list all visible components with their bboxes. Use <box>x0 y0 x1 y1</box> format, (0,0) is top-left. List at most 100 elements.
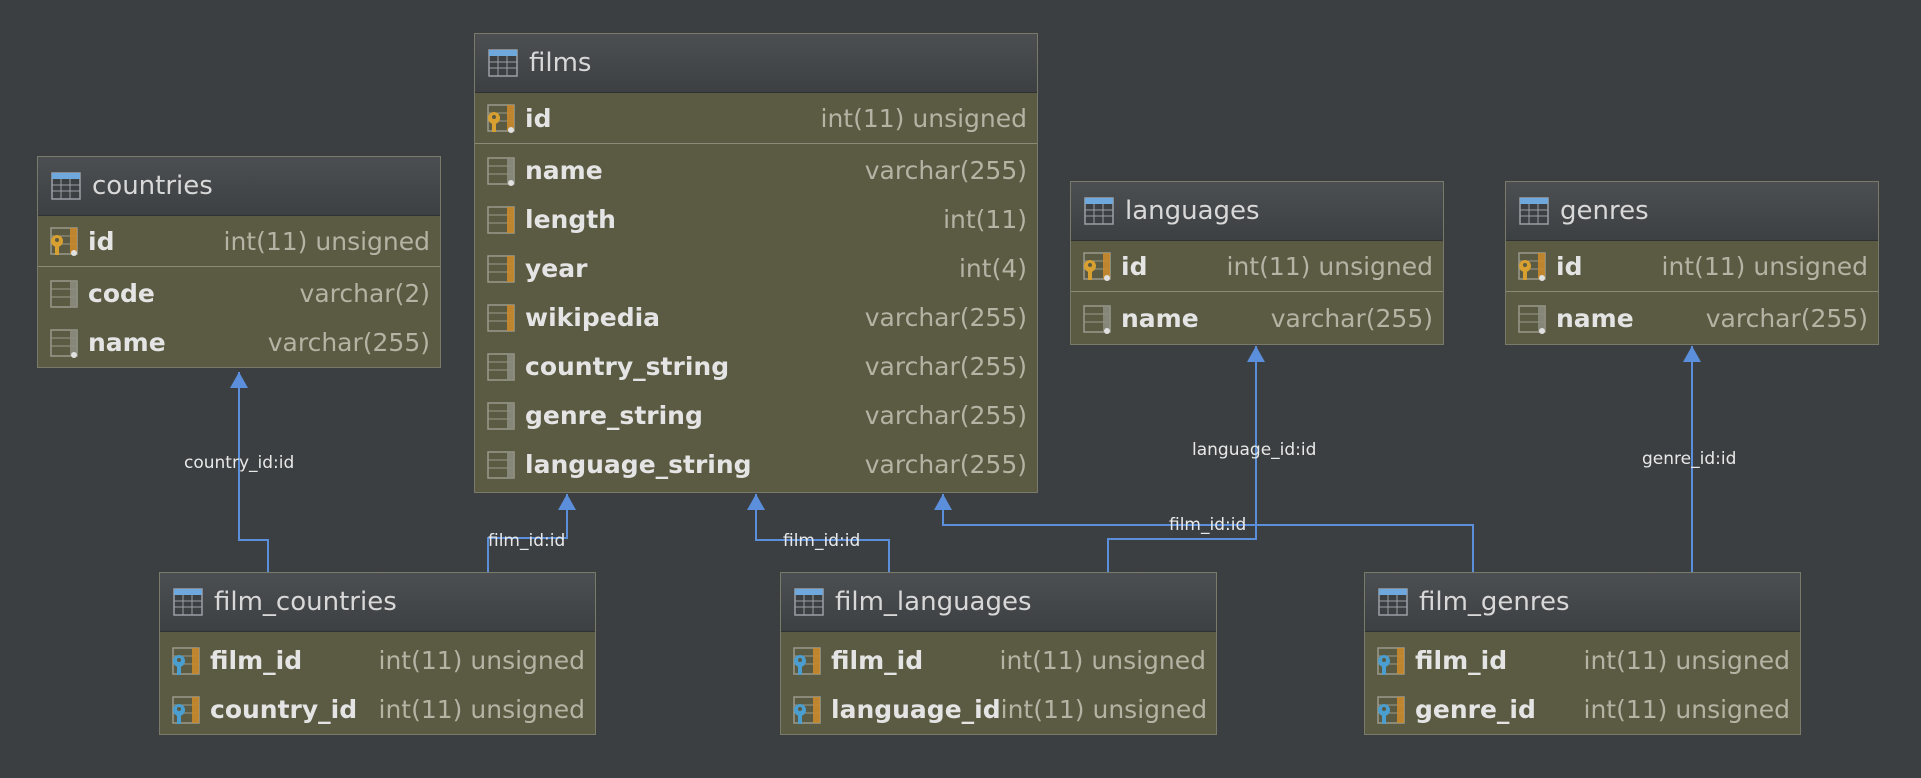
table-icon <box>488 49 518 77</box>
column-row-genre-id[interactable]: genre_id int(11) unsigned <box>1365 685 1800 734</box>
table-title: films <box>529 48 592 78</box>
column-icon <box>50 279 78 308</box>
foreign-key-icon <box>172 646 200 675</box>
primary-key-section: id int(11) unsigned <box>1071 241 1443 292</box>
er-diagram: country_id:id language_id:id genre_id:id… <box>0 0 1921 778</box>
column-dot-icon <box>1518 304 1546 334</box>
table-header[interactable]: film_countries <box>160 573 595 632</box>
column-name: code <box>88 279 155 308</box>
table-film-languages[interactable]: film_languages film_id int(11) unsigned lan… <box>780 572 1217 735</box>
table-films[interactable]: films id int(11) unsigned name varchar(255) l… <box>474 33 1038 493</box>
column-row-name[interactable]: name varchar(255) <box>1071 294 1443 343</box>
column-type: int(11) unsigned <box>378 695 585 724</box>
column-row-id[interactable]: id int(11) unsigned <box>475 93 1037 143</box>
column-orange-icon <box>487 303 515 332</box>
column-row-wikipedia[interactable]: wikipedia varchar(255) <box>475 293 1037 342</box>
link-label-language: language_id:id <box>1192 440 1317 460</box>
foreign-key-icon <box>793 695 821 724</box>
column-row-language-id[interactable]: language_id int(11) unsigned <box>781 685 1216 734</box>
table-film-genres[interactable]: film_genres film_id int(11) unsigned genre_… <box>1364 572 1801 735</box>
column-type: int(11) unsigned <box>820 103 1027 133</box>
table-header[interactable]: countries <box>38 157 440 216</box>
foreign-key-icon <box>793 646 821 675</box>
column-name: genre_id <box>1415 695 1536 724</box>
column-type: int(11) unsigned <box>1226 251 1433 281</box>
column-type: varchar(255) <box>864 401 1027 430</box>
table-title: genres <box>1560 196 1649 226</box>
column-type: int(4) <box>958 254 1027 283</box>
column-type: varchar(255) <box>267 328 430 357</box>
column-type: varchar(255) <box>864 303 1027 332</box>
column-name: id <box>1556 251 1583 281</box>
column-row-country-string[interactable]: country_string varchar(255) <box>475 342 1037 391</box>
column-name: language_id <box>831 695 1001 724</box>
primary-key-section: id int(11) unsigned <box>475 93 1037 144</box>
column-name: id <box>525 103 552 133</box>
column-type: int(11) unsigned <box>1000 695 1208 724</box>
table-title: film_genres <box>1419 587 1570 617</box>
table-genres[interactable]: genres id int(11) unsigned name varchar(255) <box>1505 181 1879 345</box>
table-icon <box>1084 197 1114 225</box>
table-icon <box>794 588 824 616</box>
column-name: id <box>88 226 115 256</box>
table-title: film_countries <box>214 587 397 617</box>
table-header[interactable]: film_languages <box>781 573 1216 632</box>
column-icon <box>487 401 515 430</box>
foreign-key-icon <box>1377 695 1405 724</box>
column-name: film_id <box>1415 646 1508 675</box>
column-row-id[interactable]: id int(11) unsigned <box>1506 241 1878 291</box>
link-label-film-genres: film_id:id <box>1169 515 1247 535</box>
primary-key-icon <box>1083 252 1111 281</box>
table-header[interactable]: films <box>475 34 1037 93</box>
column-row-genre-string[interactable]: genre_string varchar(255) <box>475 391 1037 440</box>
column-row-film-id[interactable]: film_id int(11) unsigned <box>781 636 1216 685</box>
column-dot-icon <box>50 328 78 358</box>
link-label-country: country_id:id <box>184 453 295 473</box>
column-row-country-id[interactable]: country_id int(11) unsigned <box>160 685 595 734</box>
foreign-key-icon <box>1377 646 1405 675</box>
column-type: int(11) unsigned <box>223 226 430 256</box>
table-title: languages <box>1125 196 1260 226</box>
column-row-code[interactable]: code varchar(2) <box>38 269 440 318</box>
column-type: varchar(255) <box>1705 304 1868 333</box>
column-name: country_id <box>210 695 358 724</box>
column-row-year[interactable]: year int(4) <box>475 244 1037 293</box>
column-icon <box>487 450 515 479</box>
column-name: id <box>1121 251 1148 281</box>
table-film-countries[interactable]: film_countries film_id int(11) unsigned cou… <box>159 572 596 735</box>
table-header[interactable]: film_genres <box>1365 573 1800 632</box>
link-label-genre: genre_id:id <box>1642 449 1737 469</box>
column-orange-icon <box>487 205 515 234</box>
table-icon <box>51 172 81 200</box>
column-name: name <box>1556 304 1634 333</box>
column-orange-icon <box>487 254 515 283</box>
table-languages[interactable]: languages id int(11) unsigned name varchar(2… <box>1070 181 1444 345</box>
table-countries[interactable]: countries id int(11) unsigned code varchar(2… <box>37 156 441 368</box>
column-type: int(11) <box>943 205 1027 234</box>
column-row-film-id[interactable]: film_id int(11) unsigned <box>1365 636 1800 685</box>
column-row-length[interactable]: length int(11) <box>475 195 1037 244</box>
column-row-name[interactable]: name varchar(255) <box>1506 294 1878 343</box>
table-title: countries <box>92 171 213 201</box>
column-icon <box>487 352 515 381</box>
link-label-film-countries: film_id:id <box>488 531 566 551</box>
column-name: wikipedia <box>525 303 661 332</box>
column-type: int(11) unsigned <box>1583 695 1790 724</box>
column-name: name <box>1121 304 1199 333</box>
column-row-name[interactable]: name varchar(255) <box>38 318 440 367</box>
column-name: genre_string <box>525 401 703 430</box>
table-header[interactable]: languages <box>1071 182 1443 241</box>
column-row-name[interactable]: name varchar(255) <box>475 146 1037 195</box>
column-type: varchar(2) <box>299 279 430 308</box>
table-header[interactable]: genres <box>1506 182 1878 241</box>
column-name: film_id <box>210 646 303 675</box>
link-label-film-languages: film_id:id <box>783 531 861 551</box>
table-icon <box>173 588 203 616</box>
column-row-id[interactable]: id int(11) unsigned <box>38 216 440 266</box>
column-type: int(11) unsigned <box>1661 251 1868 281</box>
column-row-language-string[interactable]: language_string varchar(255) <box>475 440 1037 489</box>
column-type: varchar(255) <box>1270 304 1433 333</box>
table-icon <box>1519 197 1549 225</box>
column-row-film-id[interactable]: film_id int(11) unsigned <box>160 636 595 685</box>
column-row-id[interactable]: id int(11) unsigned <box>1071 241 1443 291</box>
